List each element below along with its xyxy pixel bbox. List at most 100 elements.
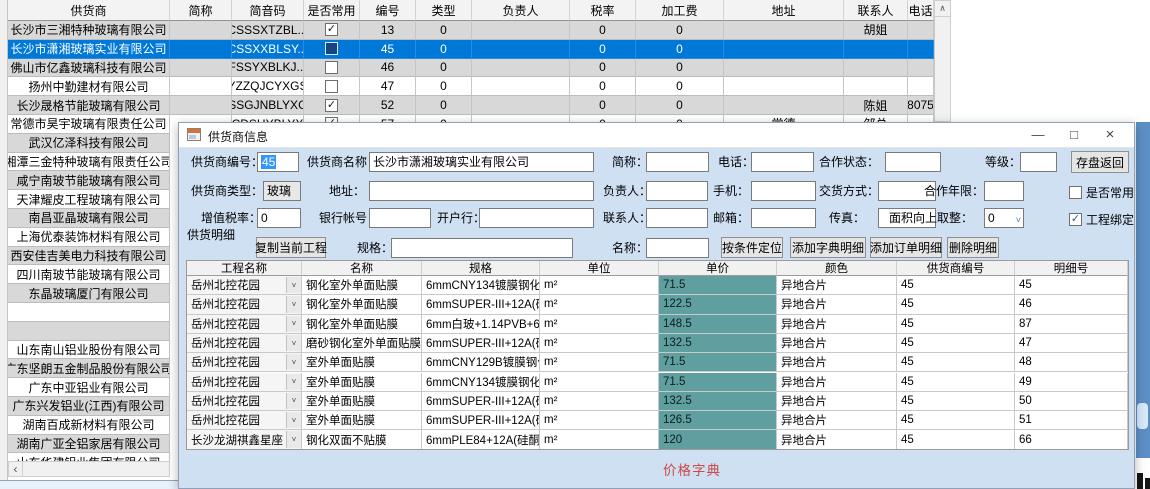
detail-cell-name[interactable]: 钢化双面不贴膜 — [302, 430, 422, 449]
cell-code[interactable]: CSSSXTZBL... — [232, 21, 304, 40]
mobile-input[interactable] — [751, 181, 816, 201]
cell-tax[interactable]: 0 — [570, 59, 636, 78]
cell-common[interactable]: ✓ — [304, 21, 360, 40]
cell-manager[interactable] — [472, 40, 570, 59]
cell-tax[interactable]: 0 — [570, 40, 636, 59]
supplier-list-item[interactable] — [8, 303, 170, 322]
supplier-name-input[interactable]: 长沙市潇湘玻璃实业有限公司 — [369, 152, 594, 172]
detail-cell-supplier_no[interactable]: 45 — [897, 295, 1015, 314]
cell-name[interactable]: 扬州中勤建材有限公司 — [8, 77, 170, 96]
grid-vertical-scrollbar[interactable] — [934, 0, 951, 122]
detail-header-unit[interactable]: 单位 — [540, 261, 659, 276]
detail-cell-detail_no[interactable]: 46 — [1015, 295, 1128, 314]
supplier-list-item[interactable]: 广东坚朗五金制品股份有限公司 — [8, 359, 170, 378]
detail-cell-color[interactable]: 异地合片 — [777, 373, 897, 392]
cell-abbr[interactable] — [170, 96, 232, 115]
column-header-manager[interactable]: 负责人 — [472, 0, 570, 21]
detail-cell-supplier_no[interactable]: 45 — [897, 276, 1015, 295]
detail-cell-unit[interactable]: m² — [540, 353, 659, 372]
supplier-list-item[interactable]: 东晶玻璃厦门有限公司 — [8, 284, 170, 303]
address-input[interactable] — [369, 181, 594, 201]
cell-id[interactable]: 52 — [360, 96, 416, 115]
detail-cell-unit[interactable]: m² — [540, 334, 659, 353]
detail-cell-spec[interactable]: 6mmPLE84+12A(硅酮胶... — [422, 430, 540, 449]
name-filter-input[interactable] — [646, 238, 709, 258]
cell-id[interactable]: 13 — [360, 21, 416, 40]
maximize-button[interactable]: □ — [1058, 123, 1090, 146]
supplier-list-item[interactable]: 南昌亚晶玻璃有限公司 — [8, 209, 170, 228]
supplier-list-item[interactable]: 四川南玻节能玻璃有限公司 — [8, 265, 170, 284]
chevron-down-icon[interactable]: ˅ — [286, 431, 301, 447]
cell-addr[interactable] — [724, 40, 844, 59]
detail-cell-supplier_no[interactable]: 45 — [897, 315, 1015, 334]
detail-cell-project[interactable]: 长沙龙湖祺鑫星座˅ — [187, 430, 302, 449]
cell-name[interactable]: 佛山市亿鑫玻璃科技有限公司 — [8, 59, 170, 78]
cell-contact[interactable] — [844, 40, 908, 59]
spec-filter-input[interactable] — [391, 238, 573, 258]
detail-cell-unit[interactable]: m² — [540, 392, 659, 411]
detail-cell-unit[interactable]: m² — [540, 315, 659, 334]
cell-tax[interactable]: 0 — [570, 21, 636, 40]
cell-fee[interactable]: 0 — [636, 21, 724, 40]
detail-cell-color[interactable]: 异地合片 — [777, 411, 897, 430]
bank-account-input[interactable] — [369, 208, 431, 228]
add-order-detail-button[interactable]: 添加订单明细 — [870, 237, 942, 258]
list-horizontal-scrollbar[interactable] — [8, 461, 170, 477]
cell-addr[interactable] — [724, 59, 844, 78]
detail-cell-supplier_no[interactable]: 45 — [897, 353, 1015, 372]
column-header-tax[interactable]: 税率 — [570, 0, 636, 21]
chevron-down-icon[interactable]: ˅ — [286, 277, 301, 293]
detail-cell-name[interactable]: 钢化室外单面贴膜 — [302, 315, 422, 334]
phone-input[interactable] — [751, 152, 814, 172]
supplier-list-item[interactable]: 咸宁南玻节能玻璃有限公司 — [8, 171, 170, 190]
scrollbar-thumb[interactable] — [1137, 403, 1148, 429]
column-header-id[interactable]: 编号 — [360, 0, 416, 21]
supplier-list-item[interactable]: 上海优泰装饰材料有限公司 — [8, 228, 170, 247]
common-use-checkbox[interactable] — [325, 61, 338, 74]
detail-header-supplier_no[interactable]: 供货商编号 — [897, 261, 1015, 276]
detail-cell-color[interactable]: 异地合片 — [777, 295, 897, 314]
cell-abbr[interactable] — [170, 21, 232, 40]
supplier-list-item[interactable]: 广东兴发铝业(江西)有限公司 — [8, 397, 170, 416]
detail-cell-project[interactable]: 岳州北控花园˅ — [187, 392, 302, 411]
detail-cell-spec[interactable]: 6mmCNY134镀膜钢化 — [422, 276, 540, 295]
cell-phone[interactable] — [908, 21, 934, 40]
chevron-down-icon[interactable]: ˅ — [286, 316, 301, 332]
cell-name[interactable]: 常德市昊宇玻璃有限责任公司 — [8, 115, 170, 134]
cell-code[interactable]: YZZQJCYXGS — [232, 77, 304, 96]
cell-common[interactable] — [304, 40, 360, 59]
detail-cell-project[interactable]: 岳州北控花园˅ — [187, 411, 302, 430]
cell-fee[interactable]: 0 — [636, 59, 724, 78]
cell-manager[interactable] — [472, 21, 570, 40]
detail-cell-project[interactable]: 岳州北控花园˅ — [187, 295, 302, 314]
detail-cell-color[interactable]: 异地合片 — [777, 392, 897, 411]
detail-cell-price[interactable]: 71.5 — [659, 276, 777, 295]
abbr-input[interactable] — [646, 152, 709, 172]
chevron-down-icon[interactable]: ˅ — [286, 296, 301, 312]
cell-fee[interactable]: 0 — [636, 77, 724, 96]
supplier-list-item[interactable]: 西安佳吉美电力科技有限公司 — [8, 247, 170, 266]
list-scroll-left-button[interactable]: ‹ — [8, 461, 23, 477]
cell-manager[interactable] — [472, 96, 570, 115]
detail-cell-spec[interactable]: 6mm白玻+1.14PVB+6mm... — [422, 315, 540, 334]
column-header-code[interactable]: 简音码 — [232, 0, 304, 21]
detail-cell-price[interactable]: 71.5 — [659, 373, 777, 392]
cell-addr[interactable] — [724, 96, 844, 115]
cell-abbr[interactable] — [170, 77, 232, 96]
cell-manager[interactable] — [472, 59, 570, 78]
detail-cell-spec[interactable]: 6mmSUPER-III+12A(硅... — [422, 392, 540, 411]
cell-phone[interactable] — [908, 77, 934, 96]
column-header-type[interactable]: 类型 — [416, 0, 472, 21]
detail-cell-supplier_no[interactable]: 45 — [897, 334, 1015, 353]
detail-cell-name[interactable]: 室外单面贴膜 — [302, 353, 422, 372]
detail-cell-spec[interactable]: 6mmSUPER-III+12A(硅... — [422, 411, 540, 430]
cell-tax[interactable]: 0 — [570, 77, 636, 96]
column-header-addr[interactable]: 地址 — [724, 0, 844, 21]
grid-scroll-up-button[interactable]: ∧ — [934, 0, 951, 17]
project-binding-checkbox[interactable]: ✓ 工程绑定 — [1069, 211, 1134, 228]
cell-manager[interactable] — [472, 77, 570, 96]
cell-type[interactable]: 0 — [416, 21, 472, 40]
detail-header-project[interactable]: 工程名称 — [187, 261, 302, 276]
common-use-checkbox[interactable]: ✓ — [325, 99, 338, 112]
detail-cell-detail_no[interactable]: 47 — [1015, 334, 1128, 353]
